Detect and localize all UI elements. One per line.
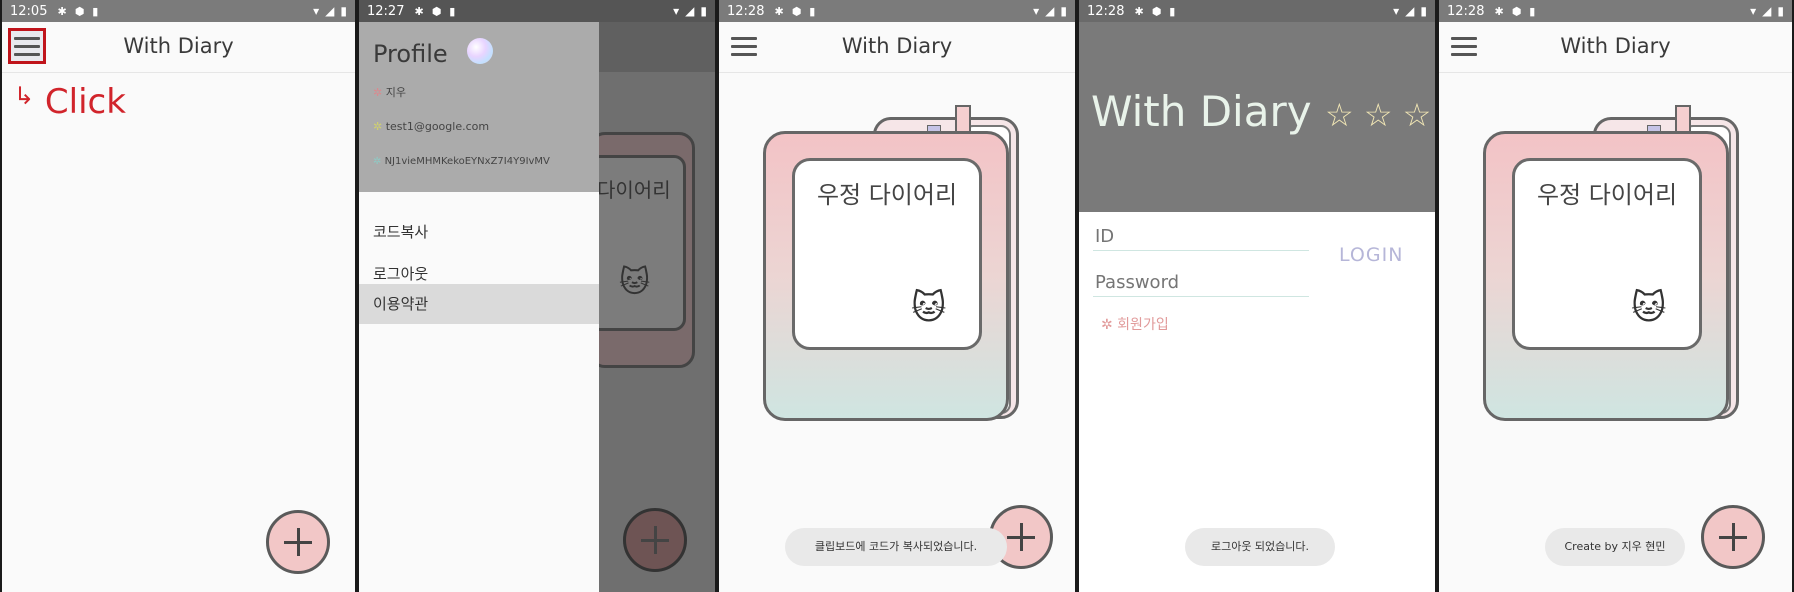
signal-icon: ◢ [1045,4,1055,18]
wifi-icon: ▾ [313,4,320,18]
add-button-dimmed [623,508,687,572]
profile-name: 지우 [385,86,406,99]
diary-title: 우정 다이어리 [1536,181,1678,209]
dimmed-diary-cover: 다이어리 🐱 [588,132,695,368]
status-bar: 12:28 ✱ ⬢ ▮ ▾ ◢ ▮ [1079,0,1435,22]
diary-window: 우정 다이어리 🐱 [792,158,982,350]
shield-icon: ⬢ [791,4,802,18]
login-header: With Diary ☆ ☆ ☆ [1079,22,1435,212]
diary-card[interactable]: 우정 다이어리 🐱 [763,105,1023,425]
sim-icon: ▮ [449,4,456,18]
annotation-text: Click [44,82,126,122]
profile-code: NJ1vieMHMKekoEYNxZ7I4Y9IvMV [384,156,550,167]
dimmed-diary-title: 다이어리 [597,178,671,202]
app-title: With Diary [123,34,234,58]
diary-card[interactable]: 우정 다이어리 🐱 [1483,105,1743,425]
status-time: 12:28 [1447,3,1485,19]
sim-icon: ▮ [809,4,816,18]
sim-icon: ▮ [1169,4,1176,18]
battery-icon: ▮ [700,4,707,18]
app-bar: With Diary [1439,22,1792,73]
diary-cover: 우정 다이어리 🐱 [763,131,1009,421]
dimmed-appbar [599,22,715,72]
status-bar: 12:27 ✱ ⬢ ▮ ▾ ◢ ▮ [359,0,715,22]
shield-icon: ⬢ [74,4,85,18]
gear-icon: ✱ [774,4,784,18]
dimmed-diary-window: 다이어리 🐱 [588,155,686,331]
profile-orb-icon [467,38,493,64]
status-time: 12:28 [727,3,765,19]
status-time: 12:28 [1087,3,1125,19]
diary-title: 우정 다이어리 [816,181,958,209]
shield-icon: ⬢ [1151,4,1162,18]
wifi-icon: ▾ [1033,4,1040,18]
login-title-text: With Diary [1091,87,1312,136]
sim-icon: ▮ [1529,4,1536,18]
diary-cover: 우정 다이어리 🐱 [1483,131,1729,421]
toast-message: 로그아웃 되었습니다. [1185,528,1335,566]
cat-icon: 🐱 [619,265,651,300]
battery-icon: ▮ [1060,4,1067,18]
login-button[interactable]: LOGIN [1339,244,1403,266]
app-bar: With Diary [719,22,1075,73]
status-bar: 12:05 ✱ ⬢ ▮ ▾ ◢ ▮ [2,0,355,22]
screen-home-diary-copied: 12:28 ✱ ⬢ ▮ ▾ ◢ ▮ With Diary 우정 다이어리 🐱 클립보… [717,0,1077,592]
screen-login: 12:28 ✱ ⬢ ▮ ▾ ◢ ▮ With Diary ☆ ☆ ☆ LOGIN ✲… [1077,0,1437,592]
drawer-item-terms[interactable]: 이용약관 [359,284,599,324]
signup-link[interactable]: ✲ 회원가입 [1101,314,1169,334]
signal-icon: ◢ [1762,4,1772,18]
gear-icon: ✱ [1134,4,1144,18]
status-bar: 12:28 ✱ ⬢ ▮ ▾ ◢ ▮ [1439,0,1792,22]
app-title: With Diary [841,34,953,58]
nav-drawer: Profile ✲ 지우 ✲ test1@google.com ✲ NJ1vie… [359,22,599,592]
battery-icon: ▮ [1777,4,1784,18]
star-icon: ✲ [373,156,385,167]
shield-icon: ⬢ [1511,4,1522,18]
screen-drawer-open: 12:27 ✱ ⬢ ▮ ▾ ◢ ▮ 다이어리 🐱 Profile ✲ 지우 ✲ te… [357,0,717,592]
star-icon: ✲ [373,86,386,99]
wifi-icon: ▾ [673,4,680,18]
cat-icon: 🐱 [911,288,947,328]
profile-name-row: ✲ 지우 [373,84,406,100]
gear-icon: ✱ [414,4,424,18]
gear-icon: ✱ [1494,4,1504,18]
star-icon: ✲ [373,120,386,133]
app-title: With Diary [1560,34,1671,58]
status-bar: 12:28 ✱ ⬢ ▮ ▾ ◢ ▮ [719,0,1075,22]
dimmed-background: 다이어리 🐱 [588,22,715,592]
signal-icon: ◢ [325,4,335,18]
shield-icon: ⬢ [431,4,442,18]
signal-icon: ◢ [685,4,695,18]
drawer-header: Profile ✲ 지우 ✲ test1@google.com ✲ NJ1vie… [359,22,599,192]
profile-email: test1@google.com [385,120,490,133]
battery-icon: ▮ [1420,4,1427,18]
wifi-icon: ▾ [1750,4,1757,18]
password-input[interactable] [1093,268,1309,297]
profile-email-row: ✲ test1@google.com [373,120,489,133]
click-annotation: ↳ Click [14,82,126,122]
screen-home-credits: 12:28 ✱ ⬢ ▮ ▾ ◢ ▮ With Diary 우정 다이어리 🐱 Cre… [1437,0,1794,592]
diary-window: 우정 다이어리 🐱 [1512,158,1702,350]
id-input[interactable] [1093,222,1309,251]
stars-decoration: ☆ ☆ ☆ [1324,96,1432,134]
app-bar: With Diary [2,22,355,73]
status-time: 12:27 [367,3,405,19]
login-title: With Diary ☆ ☆ ☆ [1091,87,1431,136]
screen-home-empty: 12:05 ✱ ⬢ ▮ ▾ ◢ ▮ With Diary ↳ Click [0,0,357,592]
profile-title: Profile [373,40,448,68]
profile-code-row: ✲ NJ1vieMHMKekoEYNxZ7I4Y9IvMV [373,156,550,167]
add-button[interactable] [1701,505,1765,569]
add-button[interactable] [266,510,330,574]
toast-message: 클립보드에 코드가 복사되었습니다. [785,528,1007,566]
wifi-icon: ▾ [1393,4,1400,18]
status-time: 12:05 [10,3,48,19]
cat-icon: 🐱 [1631,288,1667,328]
signal-icon: ◢ [1405,4,1415,18]
battery-icon: ▮ [340,4,347,18]
drawer-item-copy-code[interactable]: 코드복사 [359,212,599,252]
gear-icon: ✱ [57,4,67,18]
annotation-arrow: ↳ [14,82,35,110]
sim-icon: ▮ [92,4,99,18]
toast-message: Create by 지우 현민 [1545,528,1685,566]
